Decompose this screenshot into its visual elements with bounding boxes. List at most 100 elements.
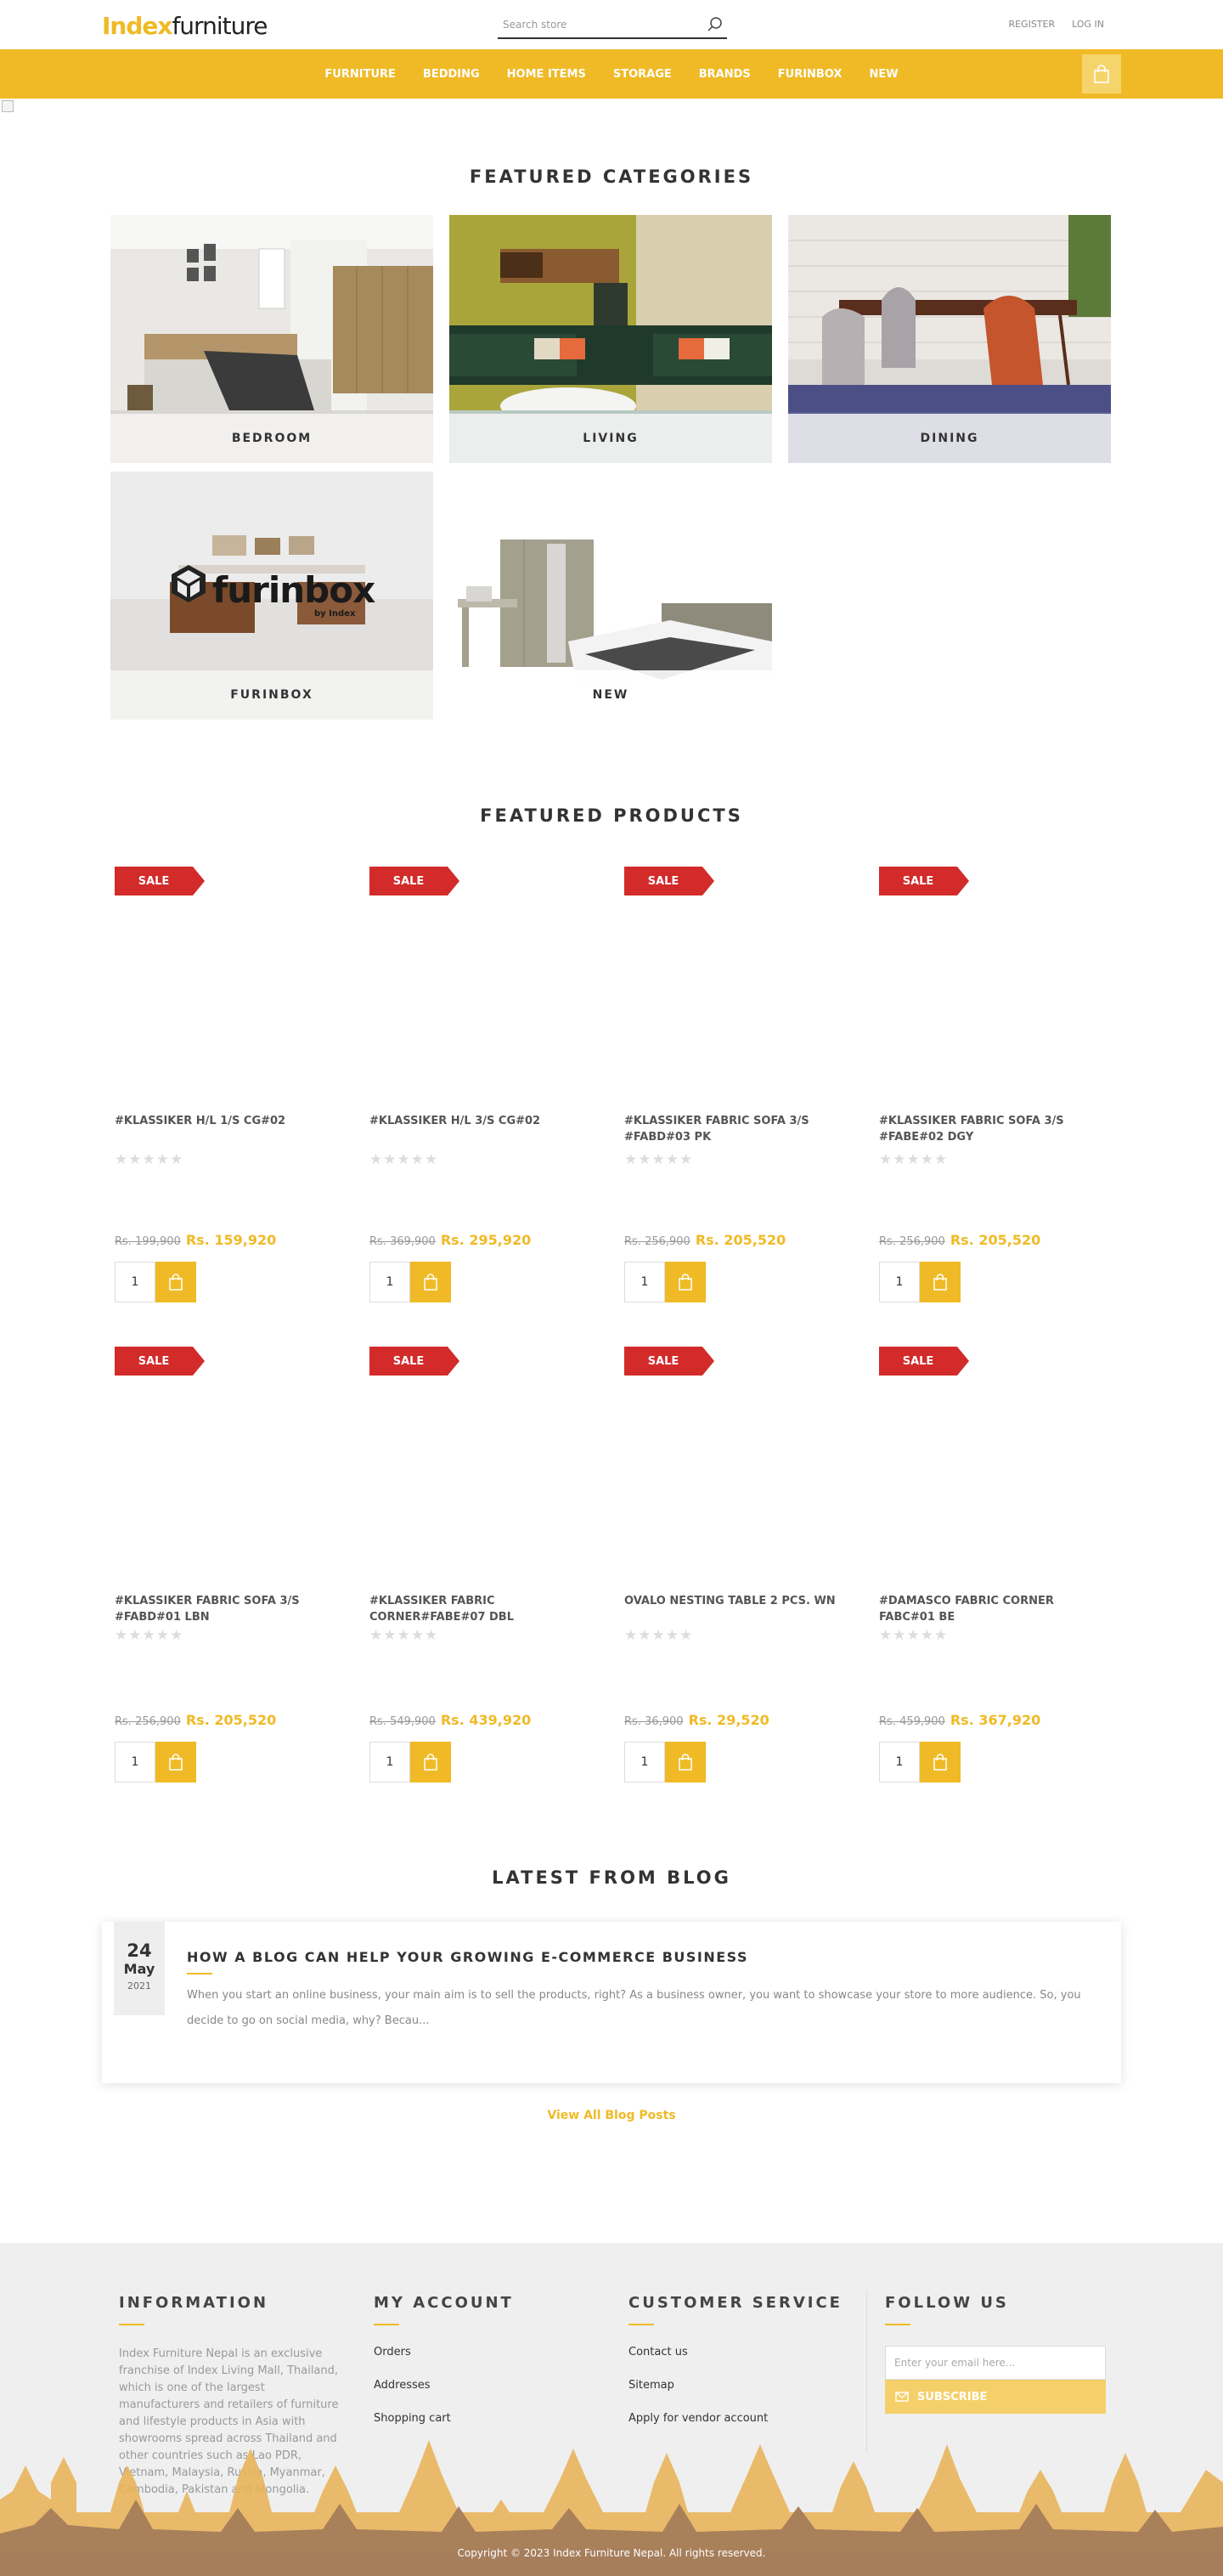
shopping-bag-icon — [169, 1754, 183, 1771]
add-to-cart-button[interactable] — [920, 1262, 961, 1302]
subscribe-button[interactable]: SUBSCRIBE — [885, 2380, 1106, 2414]
logo-part-index: Index — [102, 12, 172, 40]
search-input[interactable]: Search store — [498, 12, 727, 39]
quantity-input[interactable]: 1 — [115, 1262, 155, 1302]
product-prices: Rs. 256,900 Rs. 205,520 — [879, 1232, 1040, 1248]
old-price: Rs. 36,900 — [624, 1715, 684, 1728]
quantity-input[interactable]: 1 — [369, 1742, 410, 1782]
cart-button[interactable] — [1082, 54, 1121, 93]
quantity-input[interactable]: 1 — [879, 1742, 920, 1782]
blog-month: May — [123, 1961, 155, 1977]
category-new[interactable]: NEW — [449, 472, 772, 720]
add-to-cart-button[interactable] — [410, 1742, 451, 1782]
account-links: REGISTER LOG IN — [1008, 19, 1104, 30]
quantity-input[interactable]: 1 — [369, 1262, 410, 1302]
nav-item-brands[interactable]: BRANDS — [699, 68, 751, 81]
shopping-bag-icon — [679, 1274, 692, 1291]
footer-information-title: INFORMATION — [119, 2294, 269, 2312]
old-price: Rs. 256,900 — [115, 1715, 181, 1728]
product-name[interactable]: #KLASSIKER FABRIC SOFA 3/S #FABD#01 LBN — [115, 1593, 344, 1625]
product-name[interactable]: #KLASSIKER H/L 1/S CG#02 — [115, 1113, 344, 1129]
add-to-cart-button[interactable] — [155, 1262, 196, 1302]
featured-categories-title: FEATURED CATEGORIES — [469, 167, 754, 187]
product-name[interactable]: #KLASSIKER FABRIC CORNER#FABE#07 DBL — [369, 1593, 599, 1625]
site-logo[interactable]: Indexfurniture — [102, 12, 268, 40]
blog-post-card[interactable]: 24 May 2021 HOW A BLOG CAN HELP YOUR GRO… — [102, 1922, 1121, 2083]
rating-stars: ★★★★★ — [369, 1627, 439, 1644]
nav-item-storage[interactable]: STORAGE — [613, 68, 672, 81]
logo-part-furniture: furniture — [172, 12, 268, 40]
footer-link-addresses[interactable]: Addresses — [374, 2379, 603, 2392]
shopping-bag-icon — [169, 1274, 183, 1291]
footer-customer-service: CUSTOMER SERVICE Contact us Sitemap Appl… — [628, 2294, 858, 2445]
search-icon[interactable] — [703, 13, 727, 37]
add-to-cart-button[interactable] — [410, 1262, 451, 1302]
newsletter-email-input[interactable]: Enter your email here... — [885, 2346, 1106, 2380]
old-price: Rs. 369,900 — [369, 1235, 436, 1248]
quantity-input[interactable]: 1 — [115, 1742, 155, 1782]
footer-link-vendor-account[interactable]: Apply for vendor account — [628, 2412, 858, 2425]
footer-account-title: MY ACCOUNT — [374, 2294, 514, 2312]
banner-image-broken-icon — [2, 100, 14, 112]
footer-link-shopping-cart[interactable]: Shopping cart — [374, 2412, 603, 2425]
footer: INFORMATION Index Furniture Nepal is an … — [0, 2243, 1223, 2576]
quantity-input[interactable]: 1 — [879, 1262, 920, 1302]
rating-stars: ★★★★★ — [369, 1151, 439, 1168]
header-top: Indexfurniture Search store REGISTER LOG… — [0, 0, 1223, 49]
shopping-bag-icon — [679, 1754, 692, 1771]
new-price: Rs. 205,520 — [185, 1712, 277, 1728]
product-prices: Rs. 199,900 Rs. 159,920 — [115, 1232, 276, 1248]
search-placeholder: Search store — [503, 19, 567, 31]
blog-day: 24 — [127, 1940, 152, 1961]
category-living[interactable]: LIVING — [449, 215, 772, 463]
nav-item-home-items[interactable]: HOME ITEMS — [507, 68, 586, 81]
view-all-blog-posts-link[interactable]: View All Blog Posts — [0, 2109, 1223, 2122]
footer-link-orders[interactable]: Orders — [374, 2346, 603, 2359]
product-name[interactable]: OVALO NESTING TABLE 2 PCS. WN — [624, 1593, 854, 1609]
category-dining[interactable]: DINING — [788, 215, 1111, 463]
new-price: Rs. 159,920 — [185, 1232, 277, 1248]
category-bedroom[interactable]: BEDROOM — [110, 215, 433, 463]
subscribe-label: SUBSCRIBE — [917, 2390, 988, 2404]
copyright-text: Copyright © 2023 Index Furniture Nepal. … — [457, 2547, 766, 2559]
furinbox-brand-sub: by Index — [314, 609, 356, 619]
sale-badge: SALE — [879, 1347, 969, 1379]
add-to-cart-button[interactable] — [155, 1742, 196, 1782]
mail-icon — [895, 2392, 909, 2402]
product-prices: Rs. 549,900 Rs. 439,920 — [369, 1712, 531, 1728]
add-to-cart-button[interactable] — [665, 1742, 706, 1782]
footer-follow-title: FOLLOW US — [885, 2294, 1009, 2312]
product-name[interactable]: #KLASSIKER FABRIC SOFA 3/S #FABE#02 DGY — [879, 1113, 1108, 1145]
product-name[interactable]: #KLASSIKER FABRIC SOFA 3/S #FABD#03 PK — [624, 1113, 854, 1145]
old-price: Rs. 199,900 — [115, 1235, 181, 1248]
register-link[interactable]: REGISTER — [1008, 19, 1055, 30]
blog-post-title[interactable]: HOW A BLOG CAN HELP YOUR GROWING E-COMME… — [187, 1949, 748, 1965]
new-price: Rs. 439,920 — [440, 1712, 532, 1728]
footer-service-title: CUSTOMER SERVICE — [628, 2294, 843, 2312]
old-price: Rs. 256,900 — [624, 1235, 690, 1248]
nav-item-new[interactable]: NEW — [869, 68, 898, 81]
rating-stars: ★★★★★ — [624, 1151, 694, 1168]
footer-link-contact-us[interactable]: Contact us — [628, 2346, 858, 2359]
product-name[interactable]: #KLASSIKER H/L 3/S CG#02 — [369, 1113, 599, 1129]
add-to-cart-button[interactable] — [920, 1742, 961, 1782]
nav-item-furinbox[interactable]: FURINBOX — [778, 68, 843, 81]
new-price: Rs. 205,520 — [950, 1232, 1041, 1248]
nav-item-furniture[interactable]: FURNITURE — [324, 68, 395, 81]
footer-follow-us: FOLLOW US Enter your email here... SUBSC… — [885, 2294, 1114, 2414]
new-price: Rs. 295,920 — [440, 1232, 532, 1248]
new-price: Rs. 367,920 — [950, 1712, 1041, 1728]
quantity-input[interactable]: 1 — [624, 1262, 665, 1302]
quantity-input[interactable]: 1 — [624, 1742, 665, 1782]
sale-badge: SALE — [879, 867, 969, 899]
category-furinbox[interactable]: furinbox by Index FURINBOX — [110, 472, 433, 720]
add-to-cart-button[interactable] — [665, 1262, 706, 1302]
product-name[interactable]: #DAMASCO FABRIC CORNER FABC#01 BE — [879, 1593, 1108, 1625]
old-price: Rs. 256,900 — [879, 1235, 945, 1248]
featured-products-title: FEATURED PRODUCTS — [480, 805, 743, 826]
rating-stars: ★★★★★ — [115, 1151, 184, 1168]
nav-item-bedding[interactable]: BEDDING — [423, 68, 480, 81]
main-nav: FURNITURE BEDDING HOME ITEMS STORAGE BRA… — [0, 49, 1223, 99]
footer-link-sitemap[interactable]: Sitemap — [628, 2379, 858, 2392]
login-link[interactable]: LOG IN — [1072, 19, 1104, 30]
